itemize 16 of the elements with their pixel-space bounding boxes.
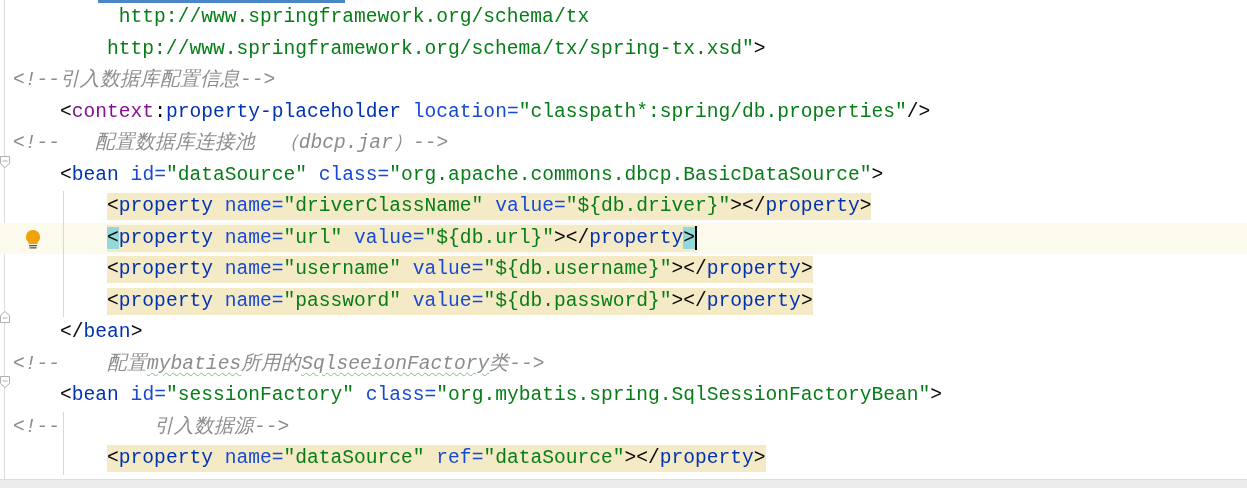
fold-end-icon[interactable] [0,311,10,323]
code-line: <bean id="dataSource" class="org.apache.commons.dbcp.BasicDataSource"> [60,162,884,188]
code-line: <context:property-placeholder location="classpath*:spring/db.properties"/> [60,99,931,125]
fold-collapse-icon[interactable] [0,155,10,168]
lightbulb-icon[interactable] [24,228,42,249]
code-line: http://www.springframework.org/schema/tx/spring-tx.xsd"> [107,36,766,62]
text-caret [695,226,698,251]
code-comment: <!-- 配置数据库连接池 （dbcp.jar）--> [13,130,449,157]
code-line: <bean id="sessionFactory" class="org.mybatis.spring.SqlSessionFactoryBean"> [60,383,942,409]
fold-collapse-icon[interactable] [0,376,10,388]
code-line: http://www.springframework.org/schema/tx [118,5,590,31]
code-comment: <!-- 配置mybaties所用的SqlseeionFactory类--> [13,351,545,377]
code-comment: <!--引入数据库配置信息--> [13,67,276,94]
horizontal-scrollbar[interactable] [0,479,1247,488]
code-comment: <!-- 引入数据源--> [13,414,290,440]
code-line: </bean> [60,320,143,346]
